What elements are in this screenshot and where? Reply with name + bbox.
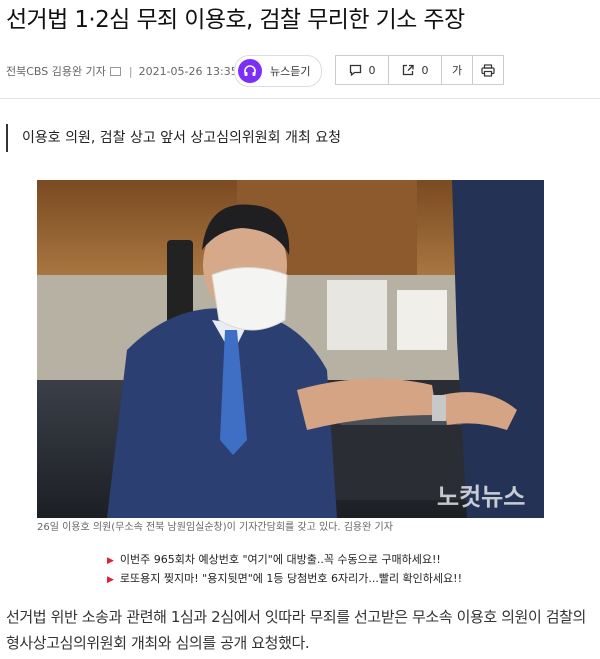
promo-bullet-icon: ▶ <box>107 556 114 566</box>
print-icon <box>481 63 495 77</box>
meta-separator: | <box>128 64 133 78</box>
article-subheadline: 이용호 의원, 검찰 상고 앞서 상고심의위원회 개최 요청 <box>6 124 341 152</box>
share-button[interactable]: 0 <box>388 55 442 85</box>
promo-text: 로또용지 찢지마! "용지뒷면"에 1등 당첨번호 6자리가...빨리 확인하세… <box>119 572 462 585</box>
share-count: 0 <box>421 63 429 77</box>
headphones-icon <box>238 59 262 83</box>
publish-datetime: 2021-05-26 13:35 <box>138 64 238 78</box>
article-photo[interactable]: 노컷뉴스 <box>37 180 544 518</box>
comment-button[interactable]: 0 <box>335 55 389 85</box>
promo-link[interactable]: ▶ 이번주 965회차 예상번호 "여기"에 대방출..꼭 수동으로 구매하세요!… <box>107 551 441 567</box>
article-headline: 선거법 1·2심 무죄 이용호, 검찰 무리한 기소 주장 <box>6 7 465 33</box>
promo-link[interactable]: ▶ 로또용지 찢지마! "용지뒷면"에 1등 당첨번호 6자리가...빨리 확인하… <box>107 570 462 586</box>
header-divider <box>0 98 600 99</box>
share-icon <box>402 64 415 76</box>
mail-icon[interactable] <box>109 66 121 76</box>
listen-news-button[interactable]: 뉴스듣기 <box>234 55 322 87</box>
photo-watermark: 노컷뉴스 <box>437 484 525 511</box>
comment-count: 0 <box>368 63 376 77</box>
article-meta: 전북CBS 김용완 기자 | 2021-05-26 13:35 <box>6 63 238 79</box>
photo-caption: 26일 이용호 의원(무소속 전북 남원임실순창)이 기자간담회를 갖고 있다.… <box>37 522 393 533</box>
article-photo-image: 노컷뉴스 <box>37 180 544 518</box>
comment-icon <box>349 64 362 76</box>
listen-label: 뉴스듣기 <box>270 65 311 78</box>
byline: 전북CBS 김용완 기자 <box>6 65 106 78</box>
font-size-button[interactable]: 가 <box>441 55 473 85</box>
promo-bullet-icon: ▶ <box>107 575 114 585</box>
article-body-paragraph: 선거법 위반 소송과 관련해 1심과 2심에서 잇따라 무죄를 선고받은 무소속… <box>6 608 586 652</box>
article-tools: 0 0 가 <box>335 55 504 85</box>
print-button[interactable] <box>472 55 504 85</box>
promo-text: 이번주 965회차 예상번호 "여기"에 대방출..꼭 수동으로 구매하세요!! <box>119 553 441 566</box>
